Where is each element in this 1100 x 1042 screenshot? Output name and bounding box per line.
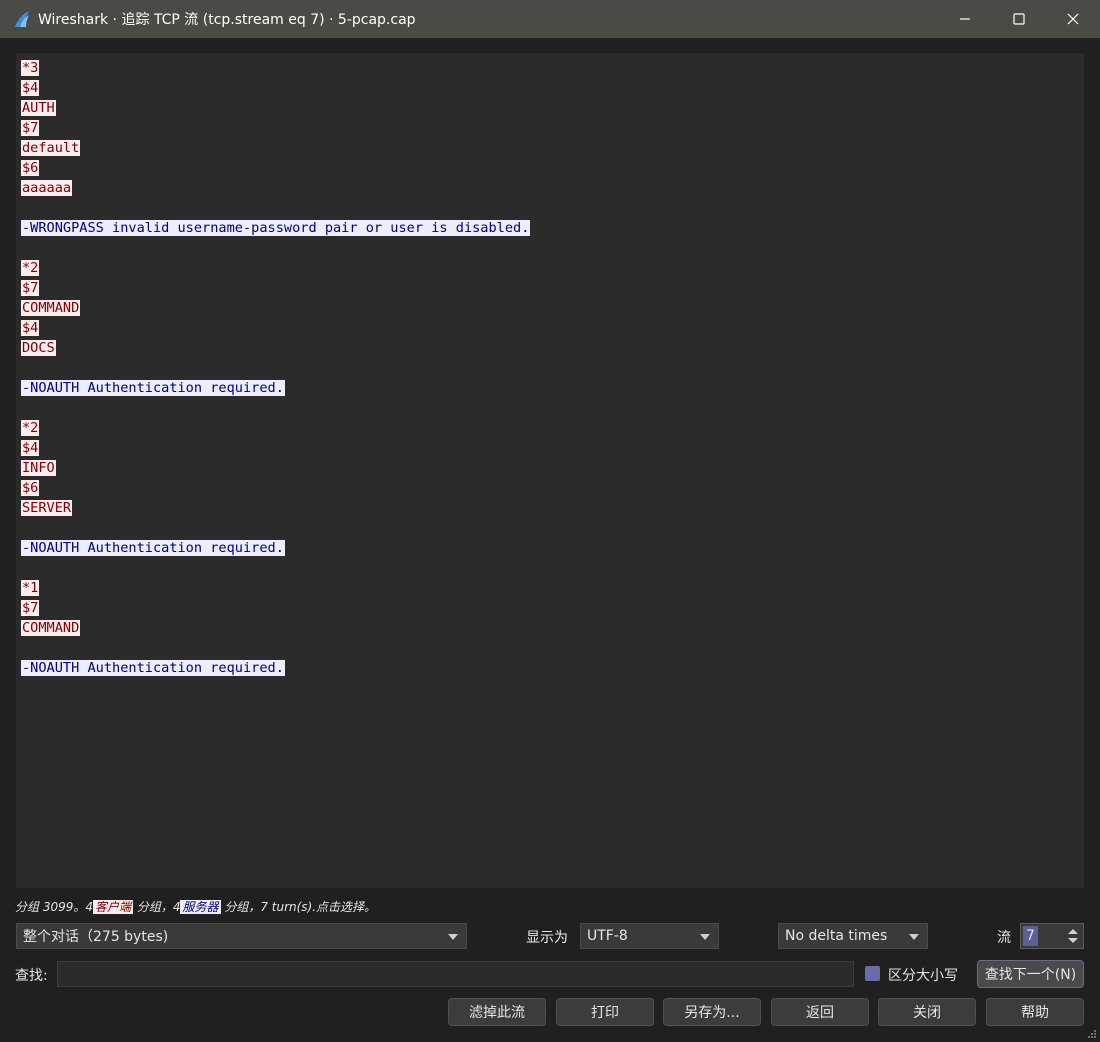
client-text: DOCS [21,340,56,356]
client-text: *3 [21,60,40,76]
stream-line: AUTH [21,98,530,118]
print-button[interactable]: 打印 [556,998,654,1026]
stream-line [21,398,530,418]
server-text: -NOAUTH Authentication required. [21,660,285,676]
client-text: $7 [21,120,40,136]
stream-number-spinbox[interactable]: 7 [1020,923,1084,949]
resize-grip-icon[interactable] [1087,1029,1097,1039]
server-text: -NOAUTH Authentication required. [21,540,285,556]
title-bar: Wireshark · 追踪 TCP 流 (tcp.stream eq 7) ·… [0,0,1100,38]
client-text: $4 [21,320,40,336]
stream-line: -WRONGPASS invalid username-password pai… [21,218,531,238]
delta-times-select[interactable]: No delta times [778,923,928,949]
stream-text-view[interactable]: *3 $4 AUTH $7 default $6 aaaaaa -WRONGPASS inva… [16,53,1084,888]
client-text: *2 [21,260,40,276]
server-tag: 服务器 [180,900,221,914]
show-as-label: 显示为 [526,930,568,946]
stream-line: $6 [21,158,530,178]
case-sensitive-checkbox[interactable] [865,966,880,981]
summary-middle: 分组，4 [136,900,181,914]
stream-number-value: 7 [1023,926,1038,946]
client-text: aaaaaa [21,180,73,196]
stream-line: *3 [21,58,530,78]
filter-out-stream-button[interactable]: 滤掉此流 [448,998,546,1026]
client-text: SERVER [21,500,73,516]
find-input[interactable] [57,961,854,987]
stream-line: COMMAND [21,298,530,318]
client-tag: 客户端 [93,900,134,914]
client-text: $4 [21,80,40,96]
stream-summary: 分组 3099。4 客户端 分组，4 服务器 分组，7 turn(s).点击选择。 [15,898,376,915]
chevron-down-icon [700,934,710,940]
stream-line: *2 [21,258,530,278]
stream-lines: *3 $4 AUTH $7 default $6 aaaaaa -WRONGPASS inva… [21,58,531,678]
case-sensitive-label: 区分大小写 [888,968,958,984]
save-as-button[interactable]: 另存为... [663,998,761,1026]
client-text: *2 [21,420,40,436]
encoding-select-value: UTF-8 [587,928,628,944]
summary-suffix: 分组，7 turn(s).点击选择。 [224,900,377,914]
stream-line [21,638,530,658]
client-text: COMMAND [21,620,81,636]
stream-line [21,558,530,578]
wireshark-fin-icon [15,11,30,27]
client-text: default [21,140,81,156]
stream-line: $6 [21,478,530,498]
close-button[interactable]: 关闭 [878,998,976,1026]
back-button[interactable]: 返回 [771,998,869,1026]
stream-line [21,358,530,378]
stream-line: $4 [21,78,530,98]
client-text: $6 [21,160,40,176]
stream-line: DOCS [21,338,530,358]
client-text: AUTH [21,100,56,116]
stream-line: aaaaaa [21,178,530,198]
encoding-select[interactable]: UTF-8 [580,923,719,949]
chevron-down-icon [909,934,919,940]
client-text: $7 [21,280,40,296]
client-text: $6 [21,480,40,496]
stream-line: COMMAND [21,618,530,638]
stream-line: -NOAUTH Authentication required. [21,538,530,558]
find-label: 查找: [15,968,48,984]
client-text: COMMAND [21,300,81,316]
stream-line: $4 [21,318,530,338]
chevron-down-icon [448,934,458,940]
client-text: INFO [21,460,56,476]
maximize-icon [1013,13,1025,25]
minimize-button[interactable] [938,0,992,38]
help-button[interactable]: 帮助 [986,998,1084,1026]
stream-line [21,198,530,218]
server-text: -WRONGPASS invalid username-password pai… [21,220,531,236]
client-text: *1 [21,580,40,596]
find-next-button[interactable]: 查找下一个(N) [977,960,1084,988]
stream-line: -NOAUTH Authentication required. [21,378,530,398]
stream-line: *1 [21,578,530,598]
spin-up-icon[interactable] [1068,929,1078,934]
stream-label: 流 [997,930,1011,946]
stream-line [21,238,530,258]
stream-line: -NOAUTH Authentication required. [21,658,530,678]
stream-line: $7 [21,118,530,138]
stream-line: default [21,138,530,158]
stream-line: $4 [21,438,530,458]
server-text: -NOAUTH Authentication required. [21,380,285,396]
close-window-button[interactable] [1046,0,1100,38]
client-text: $7 [21,600,40,616]
spin-down-icon[interactable] [1068,938,1078,943]
conversation-select[interactable]: 整个对话（275 bytes) [16,923,467,949]
conversation-select-value: 整个对话（275 bytes) [23,929,169,945]
stream-line: INFO [21,458,530,478]
stream-line: *2 [21,418,530,438]
summary-prefix: 分组 3099。4 [15,900,93,914]
window-title: Wireshark · 追踪 TCP 流 (tcp.stream eq 7) ·… [38,12,416,28]
maximize-button[interactable] [992,0,1046,38]
stream-line: $7 [21,278,530,298]
client-text: $4 [21,440,40,456]
stream-line: SERVER [21,498,530,518]
close-icon [1067,13,1079,25]
stream-line: $7 [21,598,530,618]
minimize-icon [960,18,970,20]
stream-line [21,518,530,538]
delta-times-select-value: No delta times [785,928,888,944]
